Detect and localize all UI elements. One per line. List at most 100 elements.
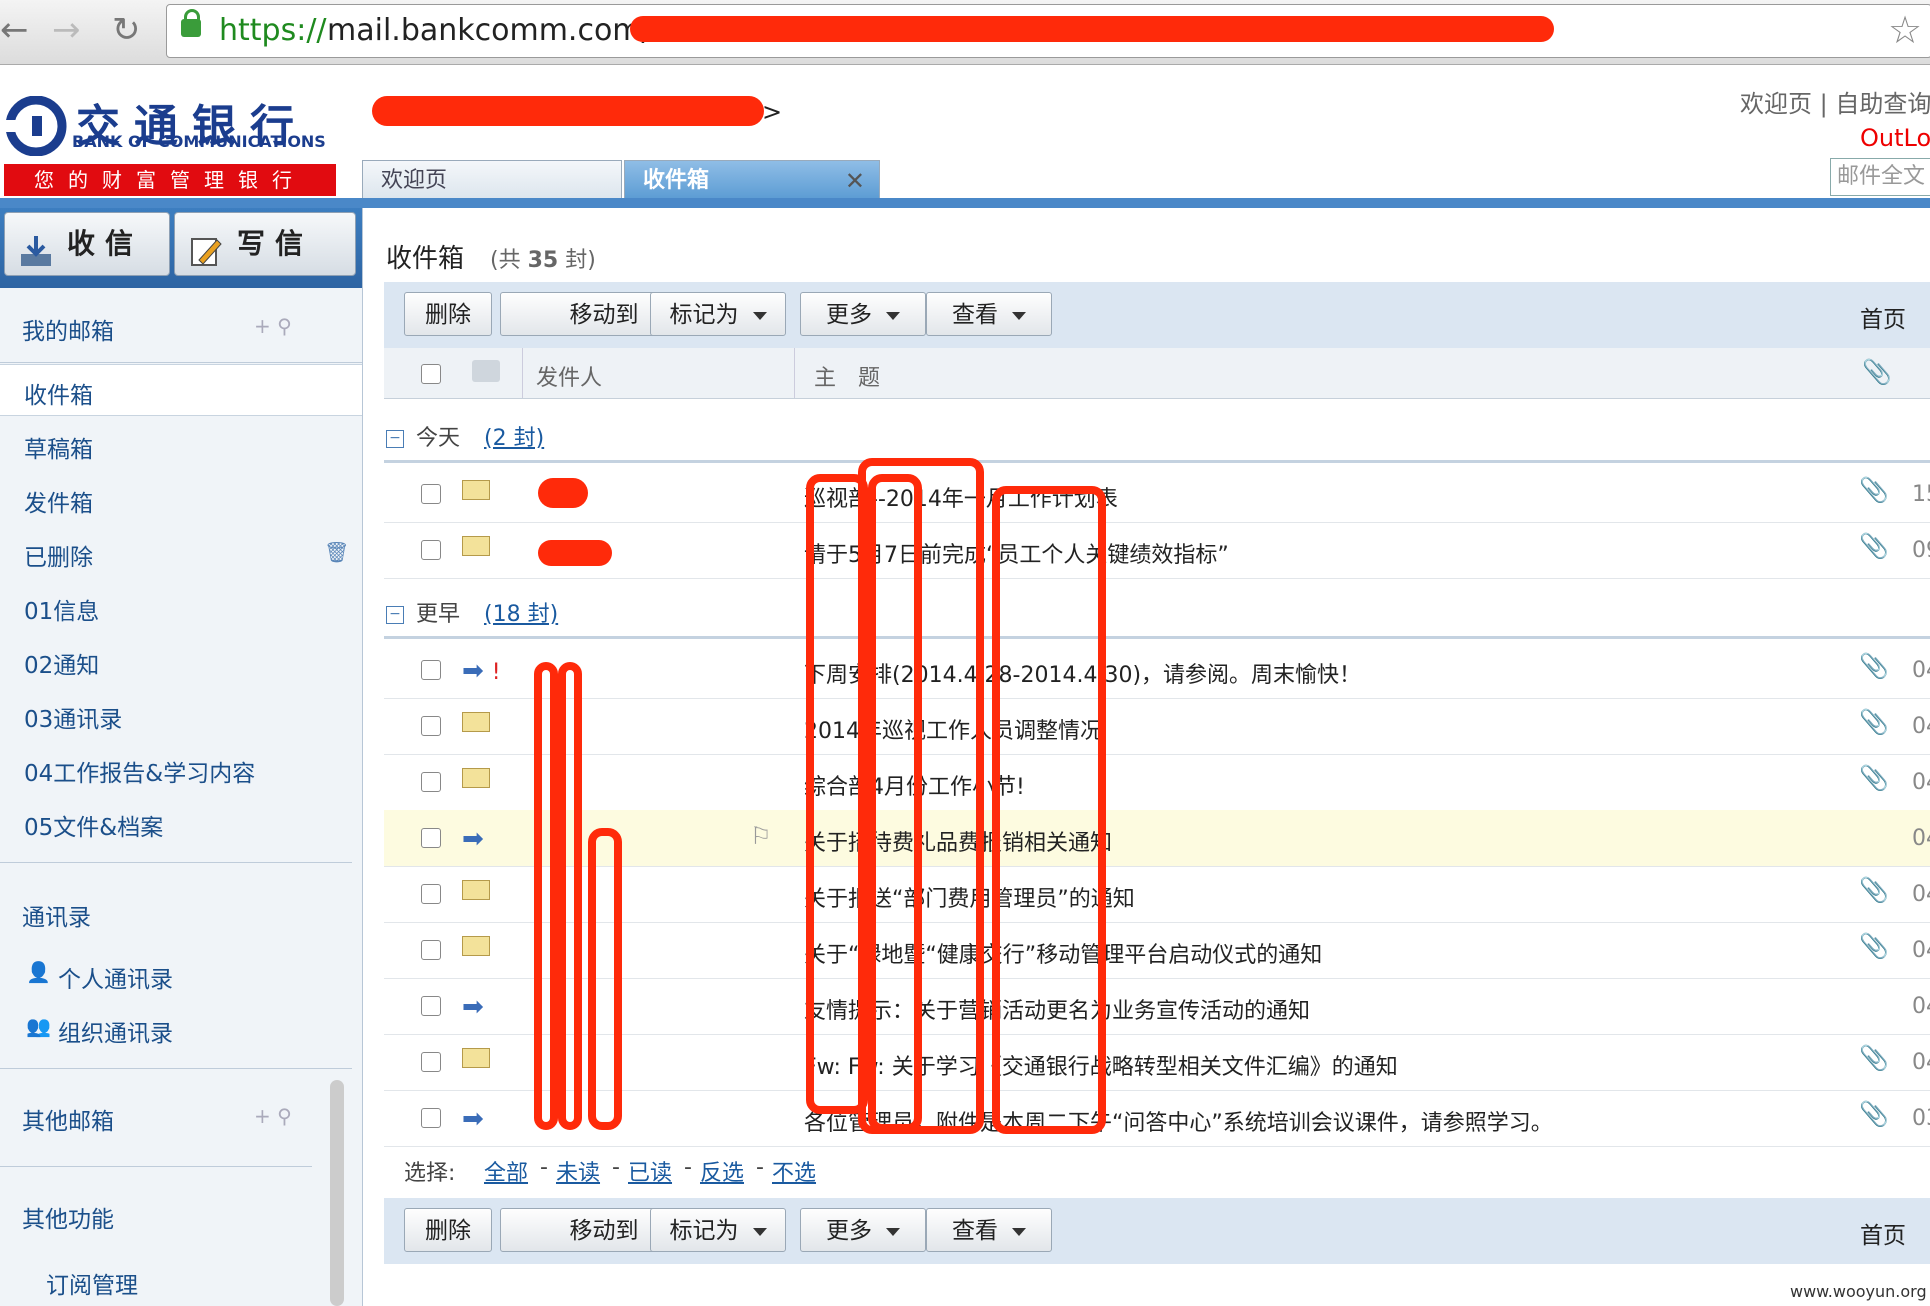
sidebar-scrollbar[interactable] — [330, 1080, 344, 1306]
mark-as-button[interactable]: 标记为 — [650, 292, 786, 336]
row-checkbox[interactable] — [421, 996, 441, 1016]
sidebar-item-folder-05[interactable]: 05文件&档案 — [24, 808, 163, 842]
redaction-box — [992, 486, 1106, 1134]
top-links[interactable]: 欢迎页 | 自助查询 — [1740, 84, 1930, 119]
select-bar: 选择: 全部 - 未读 - 已读 - 反选 - 不选 — [384, 1145, 1930, 1195]
divider — [0, 862, 352, 863]
redaction-mark — [538, 540, 612, 566]
subject-column[interactable]: 主 题 — [814, 360, 880, 392]
sidebar-item-folder-01[interactable]: 01信息 — [24, 592, 99, 626]
sidebar-item-folder-02[interactable]: 02通知 — [24, 646, 99, 680]
row-checkbox[interactable] — [421, 940, 441, 960]
logo-slogan: 您的财富管理银行 — [4, 164, 336, 196]
row-checkbox[interactable] — [421, 828, 441, 848]
trash-icon[interactable]: 🗑 — [324, 540, 349, 564]
sidebar-item-sent[interactable]: 发件箱 — [24, 484, 93, 518]
attachment-icon: 📎 — [1859, 1044, 1889, 1072]
delete-button[interactable]: 删除 — [404, 1208, 492, 1252]
fulltext-search-input[interactable]: 邮件全文 — [1830, 158, 1930, 196]
collapse-icon[interactable]: − — [386, 606, 404, 624]
add-folder-icon[interactable]: + ⚲ — [254, 314, 292, 338]
sidebar-item-inbox[interactable]: 收件箱 — [24, 376, 93, 410]
redaction-box — [558, 662, 582, 1130]
mail-row[interactable]: 2014年巡视工作人员调整情况 📎 04 — [384, 698, 1930, 755]
org-contacts-link[interactable]: 组织通讯录 — [58, 1014, 173, 1048]
select-unread-link[interactable]: 未读 — [556, 1155, 600, 1187]
row-checkbox[interactable] — [421, 716, 441, 736]
delete-button[interactable]: 删除 — [404, 292, 492, 336]
sidebar-item-deleted[interactable]: 已删除 — [24, 538, 93, 572]
select-invert-link[interactable]: 反选 — [700, 1155, 744, 1187]
view-button[interactable]: 查看 — [926, 292, 1052, 336]
group-count[interactable]: (18 封) — [484, 596, 558, 628]
chevron-down-icon — [886, 311, 900, 320]
group-count[interactable]: (2 封) — [484, 420, 544, 452]
chevron-down-icon — [1012, 1227, 1026, 1236]
first-page-link[interactable]: 首页 — [1860, 300, 1906, 334]
other-functions-heading[interactable]: 其他功能 — [22, 1200, 114, 1234]
compose-button[interactable]: 写信 — [174, 212, 356, 276]
star-icon[interactable]: ☆ — [1888, 8, 1922, 52]
mail-date: 09 — [1912, 538, 1930, 563]
flag-icon[interactable]: ⚐ — [750, 822, 772, 850]
my-mailbox-heading[interactable]: 我的邮箱 — [22, 312, 114, 346]
row-checkbox[interactable] — [421, 1108, 441, 1128]
col-divider — [522, 348, 523, 398]
sidebar-item-folder-04[interactable]: 04工作报告&学习内容 — [24, 754, 255, 788]
group-earlier[interactable]: − 更早 (18 封) — [384, 596, 1930, 636]
select-all-link[interactable]: 全部 — [484, 1155, 528, 1187]
first-page-link[interactable]: 首页 — [1860, 1216, 1906, 1250]
redaction-mark — [372, 96, 764, 126]
collapse-icon[interactable]: − — [386, 430, 404, 448]
more-button[interactable]: 更多 — [800, 1208, 926, 1252]
envelope-icon — [462, 480, 490, 506]
select-none-link[interactable]: 不选 — [772, 1155, 816, 1187]
mail-row[interactable]: ➡! 下周安排(2014.4.28-2014.4.30)，请参阅。周末愉快！ 📎… — [384, 642, 1930, 699]
forward-icon: ➡ — [462, 1104, 484, 1134]
sender-column[interactable]: 发件人 — [536, 360, 602, 392]
bottom-toolbar: 删除 移动到 标记为 更多 查看 首页 — [384, 1198, 1930, 1264]
close-icon[interactable]: ✕ — [845, 161, 865, 201]
select-all-checkbox[interactable] — [421, 364, 441, 384]
envelope-icon — [462, 880, 490, 906]
divider — [0, 1166, 312, 1167]
compose-icon — [189, 228, 223, 266]
add-mailbox-icon[interactable]: + ⚲ — [254, 1104, 292, 1128]
subscription-link[interactable]: 订阅管理 — [46, 1266, 138, 1300]
view-button[interactable]: 查看 — [926, 1208, 1052, 1252]
other-mailbox-heading[interactable]: 其他邮箱 — [22, 1102, 114, 1136]
contacts-heading[interactable]: 通讯录 — [22, 898, 91, 932]
mail-date: 04 — [1912, 770, 1930, 795]
receive-label: 收信 — [67, 227, 144, 260]
tab-welcome[interactable]: 欢迎页 — [362, 160, 622, 198]
outlook-link[interactable]: OutLo — [1860, 124, 1930, 152]
row-checkbox[interactable] — [421, 1052, 441, 1072]
personal-contacts-link[interactable]: 个人通讯录 — [58, 960, 173, 994]
receive-mail-button[interactable]: 收信 — [4, 212, 170, 276]
tab-inbox[interactable]: 收件箱 ✕ — [624, 160, 880, 198]
select-read-link[interactable]: 已读 — [628, 1155, 672, 1187]
mail-date: 04 — [1912, 714, 1930, 739]
user-arrow: > — [762, 98, 783, 126]
mail-row[interactable]: 巡视部--2014年一月工作计划表 📎 15 — [384, 466, 1930, 523]
envelope-icon — [462, 536, 490, 562]
mail-row[interactable]: 综合部4月份工作小节! 📎 04 — [384, 754, 1930, 811]
mark-as-button[interactable]: 标记为 — [650, 1208, 786, 1252]
more-button[interactable]: 更多 — [800, 292, 926, 336]
sidebar-item-drafts[interactable]: 草稿箱 — [24, 430, 93, 464]
row-checkbox[interactable] — [421, 884, 441, 904]
sidebar-item-folder-03[interactable]: 03通讯录 — [24, 700, 122, 734]
mail-date: 15 — [1912, 482, 1930, 507]
bank-logo-icon — [6, 96, 67, 156]
row-checkbox[interactable] — [421, 772, 441, 792]
forward-arrow-icon[interactable]: → — [52, 10, 81, 50]
row-checkbox[interactable] — [421, 484, 441, 504]
reload-icon[interactable]: ↻ — [112, 10, 141, 50]
group-today[interactable]: − 今天 (2 封) — [384, 420, 1930, 460]
row-checkbox[interactable] — [421, 660, 441, 680]
row-checkbox[interactable] — [421, 540, 441, 560]
back-arrow-icon[interactable]: ← — [0, 10, 29, 50]
separator: - — [612, 1155, 620, 1180]
mail-row[interactable]: 请于5月7日前完成“员工个人关键绩效指标” 📎 09 — [384, 522, 1930, 579]
redaction-mark — [630, 16, 1554, 42]
